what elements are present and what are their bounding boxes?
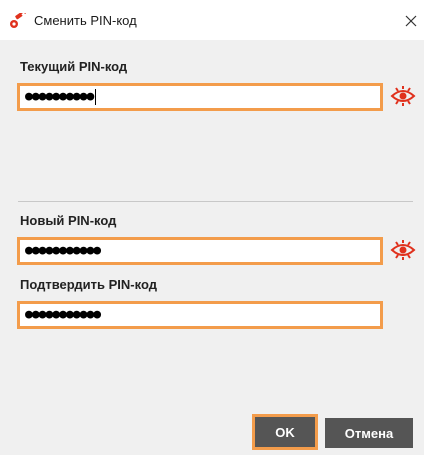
show-new-pin-button[interactable] xyxy=(390,240,416,260)
new-pin-label: Новый PIN-код xyxy=(20,213,117,228)
ok-button[interactable]: OK xyxy=(252,414,318,450)
eye-icon xyxy=(390,240,416,260)
new-pin-input[interactable]: ●●●●●●●●●●● xyxy=(17,237,383,265)
current-pin-input[interactable]: ●●●●●●●●●● xyxy=(17,83,383,111)
confirm-pin-label: Подтвердить PIN-код xyxy=(20,277,157,292)
new-pin-masked-value: ●●●●●●●●●●● xyxy=(25,243,101,258)
ok-button-label: OK xyxy=(255,417,315,447)
show-current-pin-button[interactable] xyxy=(390,86,416,106)
change-pin-dialog: Сменить PIN-код Текущий PIN-код ●●●●●●●●… xyxy=(0,0,424,455)
cancel-button[interactable]: Отмена xyxy=(325,418,413,448)
key-icon xyxy=(9,10,29,29)
confirm-pin-masked-value: ●●●●●●●●●●● xyxy=(25,307,101,322)
current-pin-masked-value: ●●●●●●●●●● xyxy=(25,89,94,104)
title-bar: Сменить PIN-код xyxy=(0,0,424,40)
section-divider xyxy=(18,201,413,202)
window-title: Сменить PIN-код xyxy=(34,13,137,28)
current-pin-label: Текущий PIN-код xyxy=(20,59,128,74)
close-button[interactable] xyxy=(400,10,422,32)
text-caret xyxy=(95,89,97,105)
eye-icon xyxy=(390,86,416,106)
close-icon xyxy=(405,15,417,27)
confirm-pin-input[interactable]: ●●●●●●●●●●● xyxy=(17,301,383,329)
